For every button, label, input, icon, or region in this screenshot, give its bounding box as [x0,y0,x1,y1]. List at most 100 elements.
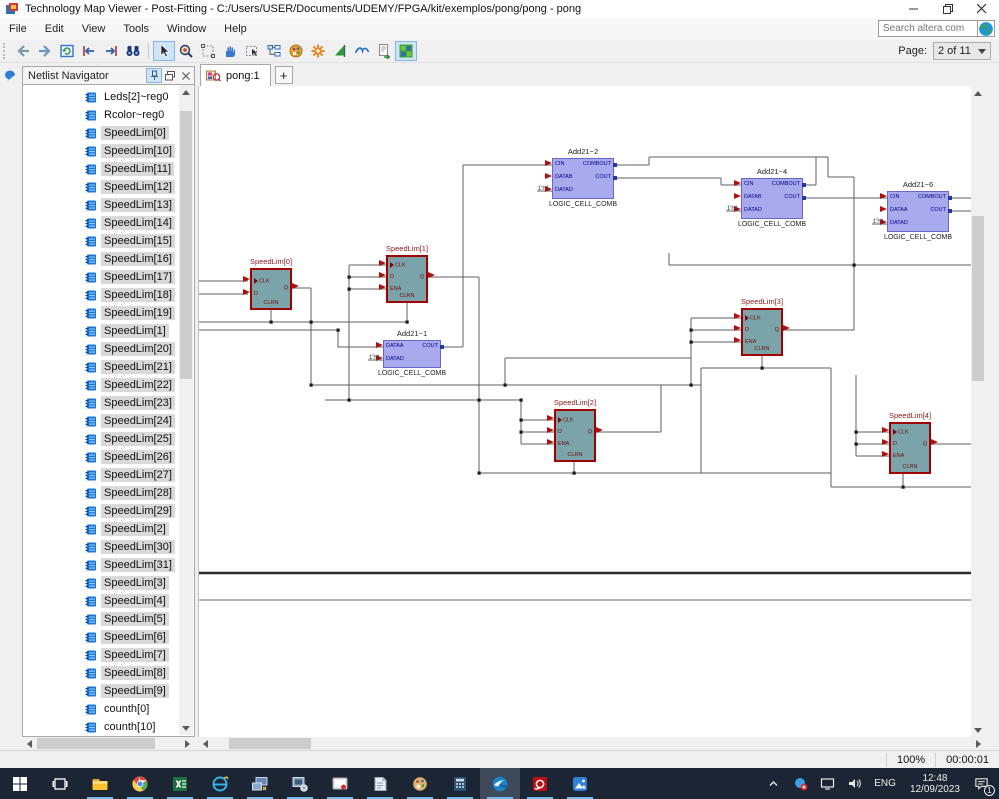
search-input[interactable] [878,20,978,37]
canvas-scroll-right-button[interactable] [972,737,985,750]
taskbar-explorer-button[interactable] [80,768,120,799]
scroll-left-button[interactable] [23,737,36,750]
float-panel-button[interactable] [162,68,178,83]
list-item[interactable]: SpeedLim[19] [23,304,181,322]
tray-chevron-button[interactable] [760,768,787,799]
block-body[interactable]: CLKDENAQCLRN [889,422,931,474]
list-item[interactable]: SpeedLim[17] [23,268,181,286]
taskbar-start-button[interactable] [0,768,40,799]
list-item[interactable]: SpeedLim[22] [23,376,181,394]
restore-button[interactable] [931,0,965,18]
canvas-vscroll-thumb[interactable] [972,216,984,381]
list-item[interactable]: SpeedLim[16] [23,250,181,268]
list-item[interactable]: SpeedLim[20] [23,340,181,358]
tray-status-button[interactable] [787,768,814,799]
close-panel-button[interactable] [178,68,194,83]
rubber-band-zoom-button[interactable] [197,41,219,61]
list-item[interactable]: SpeedLim[7] [23,646,181,664]
list-item[interactable]: counth[0] [23,700,181,718]
list-item[interactable]: SpeedLim[9] [23,682,181,700]
taskbar-excel-button[interactable] [160,768,200,799]
rubber-band-select-button[interactable] [241,41,263,61]
color-settings-button[interactable] [285,41,307,61]
taskbar-clock[interactable]: 12:48 12/09/2023 [902,773,968,795]
close-button[interactable] [965,0,999,18]
zoom-tool-button[interactable] [175,41,197,61]
block-body[interactable]: CINDATABDATADCOMBOUTCOUT [552,158,614,199]
language-indicator[interactable]: ENG [868,768,902,799]
navigator-hscroll-thumb[interactable] [37,738,155,749]
scroll-up-button[interactable] [179,85,193,99]
navigator-vscroll-thumb[interactable] [180,111,192,379]
list-item[interactable]: SpeedLim[26] [23,448,181,466]
taskbar-calculator-button[interactable] [440,768,480,799]
list-item[interactable]: SpeedLim[14] [23,214,181,232]
netlist-grid-button[interactable] [395,41,417,61]
list-item[interactable]: SpeedLim[1] [23,322,181,340]
taskbar-remote-desktop-button[interactable] [240,768,280,799]
list-item[interactable]: SpeedLim[8] [23,664,181,682]
minimize-button[interactable] [897,0,931,18]
block-body[interactable]: DATAADATADCOUT [383,340,441,368]
taskbar-presentation-button[interactable] [320,768,360,799]
list-item[interactable]: SpeedLim[0] [23,124,181,142]
list-item[interactable]: Leds[2]~reg0 [23,88,181,106]
block-body[interactable]: CINDATABDATADCOMBOUTCOUT [741,178,803,219]
tray-network-button[interactable] [814,768,841,799]
bird-eye-view-button[interactable] [351,41,373,61]
block-body[interactable]: CLKDENAQCLRN [741,308,783,356]
list-item[interactable]: SpeedLim[15] [23,232,181,250]
canvas-scroll-down-button[interactable] [971,723,985,737]
previous-page-button[interactable] [78,41,100,61]
list-item[interactable]: SpeedLim[31] [23,556,181,574]
pan-tool-button[interactable] [219,41,241,61]
taskbar-quartus-button[interactable] [480,768,520,799]
canvas-scroll-left-button[interactable] [199,737,212,750]
tab-pong[interactable]: pong:1 [200,64,271,86]
export-button[interactable] [373,41,395,61]
block-body[interactable]: CINDATAADATADCOMBOUTCOUT [887,191,949,232]
list-item[interactable]: SpeedLim[21] [23,358,181,376]
list-item[interactable]: SpeedLim[5] [23,610,181,628]
list-item[interactable]: SpeedLim[2] [23,520,181,538]
list-item[interactable]: SpeedLim[10] [23,142,181,160]
list-item[interactable]: counth[10] [23,718,181,736]
taskbar-photos-button[interactable] [560,768,600,799]
taskbar-internet-explorer-button[interactable] [200,768,240,799]
scroll-right-button[interactable] [181,737,194,750]
report-button[interactable] [329,41,351,61]
menu-tools[interactable]: Tools [114,18,158,40]
tray-volume-button[interactable] [841,768,868,799]
list-item[interactable]: SpeedLim[28] [23,484,181,502]
block-body[interactable]: CLKDENAQCLRN [554,409,596,462]
new-tab-button[interactable]: + [275,66,293,84]
block-body[interactable]: CLKDENAQCLRN [386,255,428,303]
list-item[interactable]: SpeedLim[13] [23,196,181,214]
hierarchy-button[interactable] [263,41,285,61]
taskbar-acrobat-button[interactable] [520,768,560,799]
forward-button[interactable] [34,41,56,61]
page-selector[interactable]: 2 of 11 [933,42,991,60]
canvas-scroll-up-button[interactable] [971,86,985,100]
menu-help[interactable]: Help [215,18,256,40]
taskbar-task-view-button[interactable] [40,768,80,799]
list-item[interactable]: SpeedLim[29] [23,502,181,520]
refresh-window-button[interactable] [56,41,78,61]
menu-view[interactable]: View [73,18,115,40]
menu-file[interactable]: File [0,18,36,40]
select-tool-button[interactable] [153,41,175,61]
back-button[interactable] [12,41,34,61]
next-page-button[interactable] [100,41,122,61]
list-item[interactable]: SpeedLim[3] [23,574,181,592]
list-item[interactable]: SpeedLim[27] [23,466,181,484]
schematic-canvas[interactable]: SpeedLim[0]CLKDQCLRNSpeedLim[1]CLKDENAQC… [198,86,985,737]
list-item[interactable]: SpeedLim[18] [23,286,181,304]
taskbar-notepad-button[interactable] [360,768,400,799]
block-body[interactable]: CLKDQCLRN [250,268,292,310]
list-item[interactable]: SpeedLim[24] [23,412,181,430]
list-item[interactable]: SpeedLim[4] [23,592,181,610]
settings-button[interactable] [307,41,329,61]
find-button[interactable] [122,41,144,61]
list-item[interactable]: SpeedLim[23] [23,394,181,412]
list-item[interactable]: SpeedLim[6] [23,628,181,646]
